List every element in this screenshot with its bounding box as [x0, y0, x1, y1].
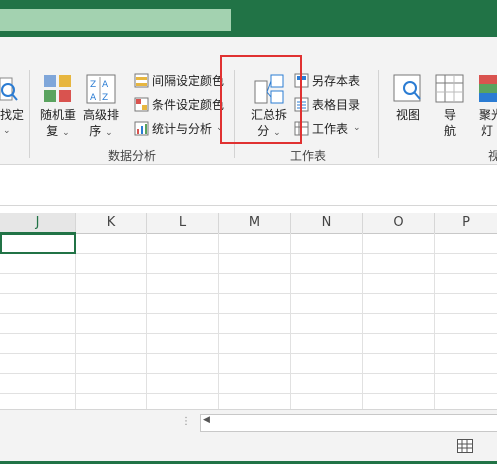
spotlight-icon[interactable] — [478, 74, 497, 104]
navigation-icon[interactable] — [435, 74, 465, 104]
column-header-l[interactable]: L — [147, 213, 219, 234]
sort-label-1[interactable]: 高级排 — [82, 108, 120, 123]
scroll-left-icon[interactable]: ◀ — [203, 415, 210, 425]
random-repeat-icon[interactable] — [43, 74, 73, 104]
navigation-label-1[interactable]: 导 — [437, 108, 463, 123]
grid-line — [0, 273, 497, 274]
grid-line — [75, 233, 76, 409]
chevron-down-icon: ⌄ — [3, 126, 11, 136]
column-header-k[interactable]: K — [76, 213, 147, 234]
chevron-down-icon: ⌄ — [353, 123, 361, 133]
grid-line — [0, 293, 497, 294]
interval-color-button[interactable]: 间隔设定颜色 — [134, 71, 224, 89]
normal-view-icon[interactable] — [457, 439, 473, 453]
grid-line — [0, 373, 497, 374]
sort-label-2[interactable]: 序 ⌄ — [82, 124, 120, 141]
grid-line — [218, 233, 219, 409]
svg-text:Z: Z — [102, 93, 108, 103]
stats-icon — [134, 121, 149, 135]
find-icon[interactable] — [0, 74, 20, 106]
view-icon[interactable] — [393, 74, 423, 104]
tab-split-handle[interactable]: ⋮ — [181, 416, 191, 427]
condition-color-label: 条件设定颜色 — [152, 97, 225, 112]
stats-analysis-label: 统计与分析 — [152, 121, 213, 136]
svg-text:Z: Z — [90, 80, 96, 90]
find-button-label[interactable]: 找定 — [0, 108, 24, 123]
grid-line — [0, 333, 497, 334]
separator — [378, 70, 379, 158]
group-label-data-analysis: 数据分析 — [108, 149, 157, 163]
random-repeat-label-2[interactable]: 复 ⌄ — [40, 124, 76, 141]
svg-text:A: A — [102, 80, 109, 90]
spotlight-label-1[interactable]: 聚光 — [479, 108, 497, 123]
highlight-box — [220, 55, 302, 144]
grid-line — [0, 393, 497, 394]
save-as-table-button[interactable]: 另存本表 — [294, 71, 360, 89]
table-directory-label: 表格目录 — [312, 97, 361, 112]
formula-bar-area[interactable] — [0, 165, 497, 206]
column-header-p[interactable]: P — [435, 213, 497, 234]
group-label-worksheet: 工作表 — [290, 149, 327, 163]
table-directory-button[interactable]: 表格目录 — [294, 95, 360, 113]
condition-color-icon — [134, 97, 149, 111]
grid-line — [290, 233, 291, 409]
title-bar — [0, 0, 497, 37]
sheet-tab-bar: ⋮ ◀ — [0, 409, 497, 464]
separator — [29, 70, 30, 158]
interval-color-label: 间隔设定颜色 — [152, 73, 225, 88]
spotlight-label-2[interactable]: 灯 ⌄ — [481, 124, 497, 141]
stats-analysis-button[interactable]: 统计与分析 ⌄ — [134, 119, 224, 137]
save-as-table-label: 另存本表 — [312, 73, 361, 88]
horizontal-scrollbar[interactable]: ◀ — [200, 414, 497, 432]
selected-cell[interactable] — [0, 232, 76, 254]
column-header-n[interactable]: N — [291, 213, 363, 234]
group-label-view: 视 — [488, 149, 497, 163]
svg-text:A: A — [90, 93, 97, 103]
navigation-label-2[interactable]: 航 — [437, 124, 463, 139]
worksheet-button[interactable]: 工作表 ⌄ — [294, 119, 361, 137]
view-label[interactable]: 视图 — [393, 108, 423, 123]
interval-color-icon — [134, 73, 149, 87]
worksheet-label: 工作表 — [312, 121, 349, 136]
spreadsheet-grid[interactable]: J K L M N O P — [0, 213, 497, 409]
grid-line — [146, 233, 147, 409]
grid-line — [434, 233, 435, 409]
sort-icon[interactable]: Z A A Z — [86, 74, 116, 104]
grid-line — [0, 353, 497, 354]
random-repeat-label-1[interactable]: 随机重 — [40, 108, 76, 123]
condition-color-button[interactable]: 条件设定颜色 — [134, 95, 224, 113]
grid-line — [362, 233, 363, 409]
grid-line — [0, 313, 497, 314]
column-header-o[interactable]: O — [363, 213, 435, 234]
column-header-m[interactable]: M — [219, 213, 291, 234]
title-placeholder-bar — [0, 9, 231, 31]
